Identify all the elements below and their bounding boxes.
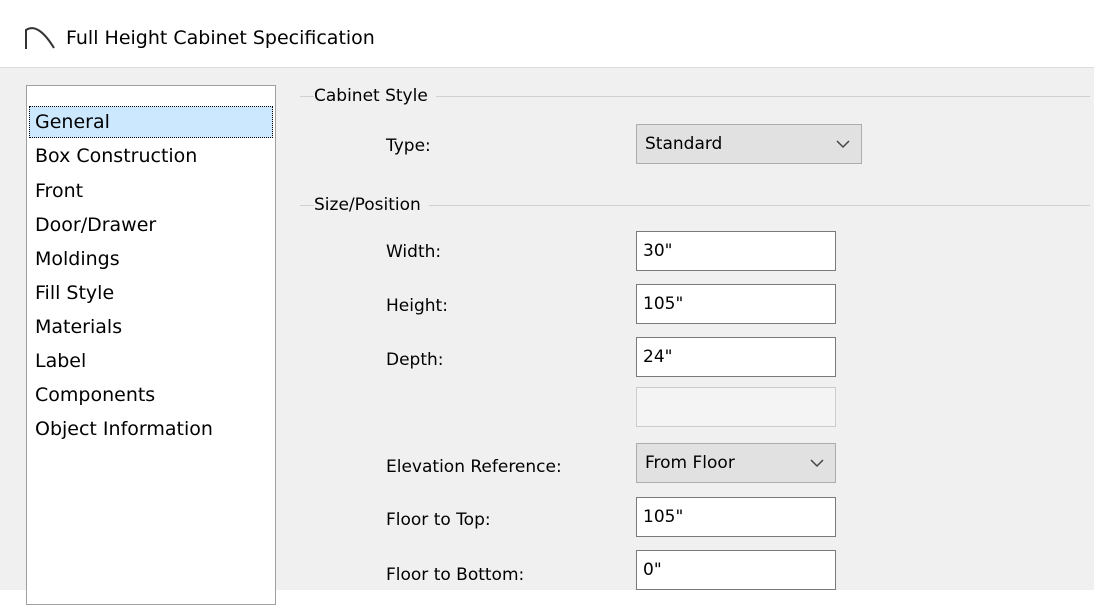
type-dropdown-value: Standard	[645, 134, 723, 154]
category-list[interactable]: General Box Construction Front Door/Draw…	[26, 85, 276, 605]
elevation-reference-label: Elevation Reference:	[386, 457, 562, 477]
type-dropdown[interactable]: Standard	[636, 124, 862, 164]
floor-to-top-label: Floor to Top:	[386, 510, 491, 530]
sidebar-item-components[interactable]: Components	[29, 379, 161, 411]
width-label: Width:	[386, 242, 442, 262]
sidebar-item-object-information[interactable]: Object Information	[29, 413, 219, 445]
chevron-down-icon	[810, 459, 824, 468]
disabled-field	[636, 387, 836, 427]
title-bar: Full Height Cabinet Specification	[0, 0, 1094, 68]
floor-to-bottom-label: Floor to Bottom:	[386, 565, 525, 585]
width-field[interactable]: 30"	[636, 231, 836, 271]
depth-label: Depth:	[386, 350, 444, 370]
height-label: Height:	[386, 296, 448, 316]
sidebar-item-door-drawer[interactable]: Door/Drawer	[29, 209, 162, 241]
sidebar-item-moldings[interactable]: Moldings	[29, 243, 126, 275]
elevation-reference-value: From Floor	[645, 453, 735, 473]
floor-to-bottom-field[interactable]: 0"	[636, 550, 836, 590]
type-label: Type:	[386, 136, 431, 156]
sidebar-item-front[interactable]: Front	[29, 175, 89, 207]
sidebar-item-label[interactable]: Label	[29, 345, 92, 377]
size-position-heading: Size/Position	[314, 195, 429, 215]
sidebar-item-fill-style[interactable]: Fill Style	[29, 277, 120, 309]
arch-icon	[25, 27, 55, 49]
floor-to-top-field[interactable]: 105"	[636, 497, 836, 537]
sidebar-item-box-construction[interactable]: Box Construction	[29, 140, 203, 172]
height-field[interactable]: 105"	[636, 284, 836, 324]
elevation-reference-dropdown[interactable]: From Floor	[636, 443, 836, 483]
window-title: Full Height Cabinet Specification	[66, 27, 375, 49]
sidebar-item-general[interactable]: General	[29, 106, 273, 138]
cabinet-style-heading: Cabinet Style	[314, 86, 436, 106]
sidebar-item-materials[interactable]: Materials	[29, 311, 128, 343]
depth-field[interactable]: 24"	[636, 337, 836, 377]
dialog-body: General Box Construction Front Door/Draw…	[0, 68, 1094, 605]
chevron-down-icon	[836, 140, 850, 149]
